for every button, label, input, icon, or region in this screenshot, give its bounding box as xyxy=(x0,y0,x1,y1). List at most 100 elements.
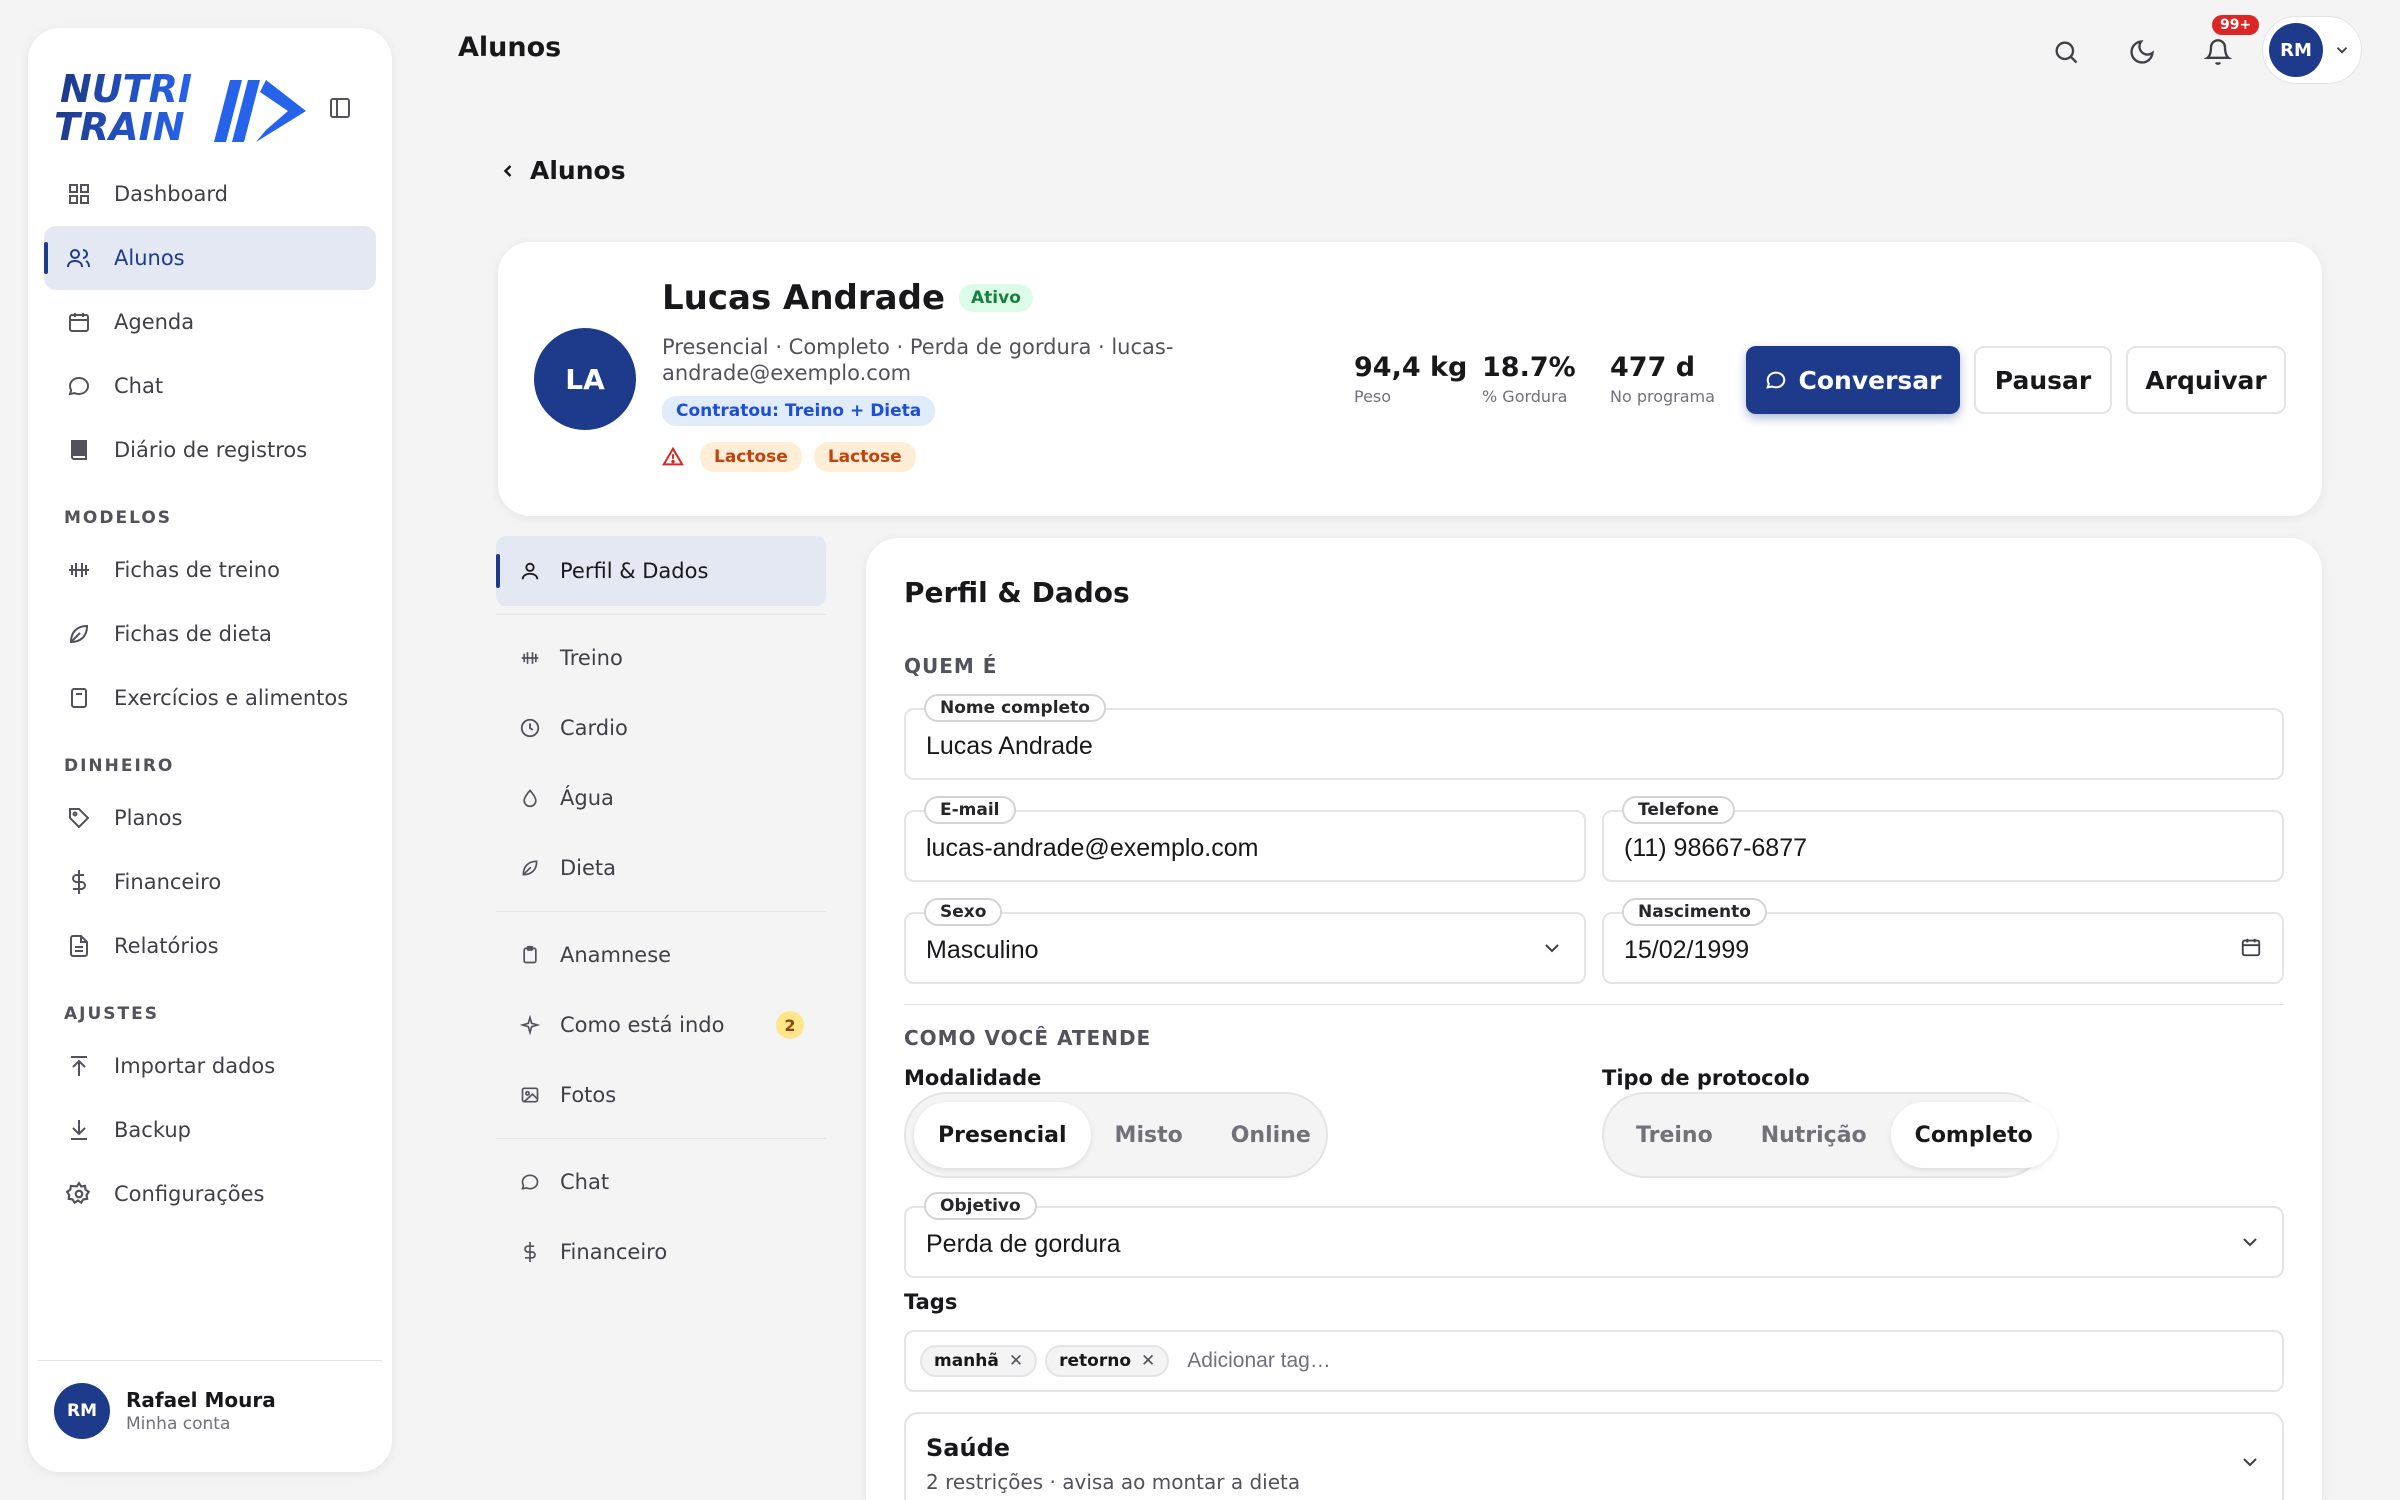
protocol-option-completo[interactable]: Completo xyxy=(1890,1102,2057,1168)
student-avatar: LA xyxy=(534,328,636,430)
chat-icon xyxy=(64,371,94,401)
sparkle-icon xyxy=(516,1015,544,1035)
bell-icon xyxy=(2204,39,2232,65)
document-icon xyxy=(64,683,94,713)
allergy-badge: Lactose xyxy=(700,442,802,472)
field-label: Nome completo xyxy=(924,694,1106,722)
goal-select[interactable]: Objetivo Perda de gordura xyxy=(904,1192,2284,1278)
dollar-icon xyxy=(516,1240,544,1264)
subnav-cardio[interactable]: Cardio xyxy=(496,693,826,763)
sidebar-item-financeiro[interactable]: Financeiro xyxy=(44,850,376,914)
pause-button[interactable]: Pausar xyxy=(1974,346,2112,414)
clock-icon xyxy=(516,717,544,739)
sidebar-item-configuracoes[interactable]: Configurações xyxy=(44,1162,376,1226)
modality-option-online[interactable]: Online xyxy=(1207,1102,1335,1168)
health-title: Saúde xyxy=(926,1434,1011,1462)
add-tag-input[interactable] xyxy=(1187,1349,1588,1373)
section-divider xyxy=(904,1004,2284,1005)
sidebar-nav: Dashboard Alunos Agenda Chat Diário de r… xyxy=(44,162,376,1226)
health-accordion[interactable]: Saúde 2 restrições · avisa ao montar a d… xyxy=(904,1412,2284,1500)
sidebar-item-label: Planos xyxy=(114,806,183,830)
remove-tag-icon[interactable]: ✕ xyxy=(1141,1351,1155,1371)
subnav-label: Como está indo xyxy=(560,1013,725,1037)
protocol-option-nutricao[interactable]: Nutrição xyxy=(1737,1102,1891,1168)
phone-field[interactable]: Telefone (11) 98667-6877 xyxy=(1602,796,2284,882)
back-link[interactable]: Alunos xyxy=(498,156,626,185)
email-field[interactable]: E-mail lucas-andrade@exemplo.com xyxy=(904,796,1586,882)
sidebar-item-fichas-treino[interactable]: Fichas de treino xyxy=(44,538,376,602)
account-card[interactable]: RM Rafael Moura Minha conta xyxy=(38,1360,382,1460)
tag-chip: retorno ✕ xyxy=(1045,1345,1170,1377)
health-subtitle: 2 restrições · avisa ao montar a dieta xyxy=(926,1470,1301,1494)
archive-button[interactable]: Arquivar xyxy=(2126,346,2286,414)
subnav-fotos[interactable]: Fotos xyxy=(496,1060,826,1130)
sidebar-item-dashboard[interactable]: Dashboard xyxy=(44,162,376,226)
tag-chip: manhã ✕ xyxy=(920,1345,1038,1377)
protocol-option-treino[interactable]: Treino xyxy=(1612,1102,1737,1168)
full-name-field[interactable]: Nome completo Lucas Andrade xyxy=(904,694,2284,780)
collapse-sidebar-button[interactable] xyxy=(324,92,356,124)
sidebar: NUTRI TRAIN Dashboard Alunos Agenda Chat… xyxy=(28,28,392,1472)
sidebar-item-alunos[interactable]: Alunos xyxy=(44,226,376,290)
field-value: Masculino xyxy=(926,936,1039,964)
sex-select[interactable]: Sexo Masculino xyxy=(904,898,1586,984)
theme-toggle-button[interactable] xyxy=(2124,34,2160,70)
sidebar-item-backup[interactable]: Backup xyxy=(44,1098,376,1162)
clipboard-icon xyxy=(516,944,544,966)
subnav-chat[interactable]: Chat xyxy=(496,1147,826,1217)
stat-value: 477 d xyxy=(1610,352,1696,383)
stat-label: Peso xyxy=(1354,387,1392,406)
sidebar-item-label: Exercícios e alimentos xyxy=(114,686,349,710)
subnav-label: Anamnese xyxy=(560,943,672,967)
chevron-down-icon xyxy=(1540,936,1564,960)
remove-tag-icon[interactable]: ✕ xyxy=(1009,1351,1023,1371)
chat-icon xyxy=(516,1172,544,1192)
book-icon xyxy=(64,435,94,465)
search-button[interactable] xyxy=(2048,34,2084,70)
contract-badge: Contratou: Treino + Dieta xyxy=(662,396,936,426)
subnav-label: Cardio xyxy=(560,716,628,740)
subnav-financeiro[interactable]: Financeiro xyxy=(496,1217,826,1287)
birth-date-field[interactable]: Nascimento 15/02/1999 xyxy=(1602,898,2284,984)
sidebar-item-label: Dashboard xyxy=(114,182,228,206)
upload-icon xyxy=(64,1051,94,1081)
subnav-como-esta-indo[interactable]: Como está indo 2 xyxy=(496,990,826,1060)
dumbbell-icon xyxy=(516,648,544,668)
sidebar-section-title: AJUSTES xyxy=(64,1004,159,1024)
brand-logo[interactable]: NUTRI TRAIN xyxy=(52,50,312,154)
status-badge: Ativo xyxy=(959,284,1033,312)
notifications-button[interactable] xyxy=(2200,34,2236,70)
subnav-perfil[interactable]: Perfil & Dados xyxy=(496,536,826,606)
chat-button[interactable]: Conversar xyxy=(1746,346,1960,414)
sidebar-item-planos[interactable]: Planos xyxy=(44,786,376,850)
download-icon xyxy=(64,1115,94,1145)
subnav-anamnese[interactable]: Anamnese xyxy=(496,920,826,990)
sidebar-item-importar[interactable]: Importar dados xyxy=(44,1034,376,1098)
calendar-icon[interactable] xyxy=(2240,936,2262,958)
subnav-label: Água xyxy=(560,786,614,810)
profile-header-card: LA Lucas Andrade Ativo Presencial · Comp… xyxy=(498,242,2322,516)
sidebar-item-relatorios[interactable]: Relatórios xyxy=(44,914,376,978)
tags-input-box: manhã ✕ retorno ✕ xyxy=(904,1330,2284,1392)
field-label: Objetivo xyxy=(924,1192,1037,1220)
sidebar-item-agenda[interactable]: Agenda xyxy=(44,290,376,354)
tags-label: Tags xyxy=(904,1290,958,1314)
sidebar-item-label: Fichas de dieta xyxy=(114,622,272,646)
dumbbell-icon xyxy=(64,555,94,585)
subnav-treino[interactable]: Treino xyxy=(496,623,826,693)
modality-option-misto[interactable]: Misto xyxy=(1091,1102,1207,1168)
subnav-label: Chat xyxy=(560,1170,610,1194)
user-menu-button[interactable]: RM xyxy=(2262,16,2362,84)
sidebar-item-fichas-dieta[interactable]: Fichas de dieta xyxy=(44,602,376,666)
sidebar-item-diario[interactable]: Diário de registros xyxy=(44,418,376,482)
section-title: Perfil & Dados xyxy=(904,576,1130,609)
sidebar-item-exercicios[interactable]: Exercícios e alimentos xyxy=(44,666,376,730)
field-value: Lucas Andrade xyxy=(926,732,1093,760)
stat-body-fat: 18.7% % Gordura xyxy=(1482,352,1576,406)
modality-segmented: Presencial Misto Online xyxy=(904,1092,1328,1178)
modality-option-presencial[interactable]: Presencial xyxy=(914,1102,1091,1168)
subnav-dieta[interactable]: Dieta xyxy=(496,833,826,903)
subnav-agua[interactable]: Água xyxy=(496,763,826,833)
field-label: Nascimento xyxy=(1622,898,1767,926)
sidebar-item-chat[interactable]: Chat xyxy=(44,354,376,418)
